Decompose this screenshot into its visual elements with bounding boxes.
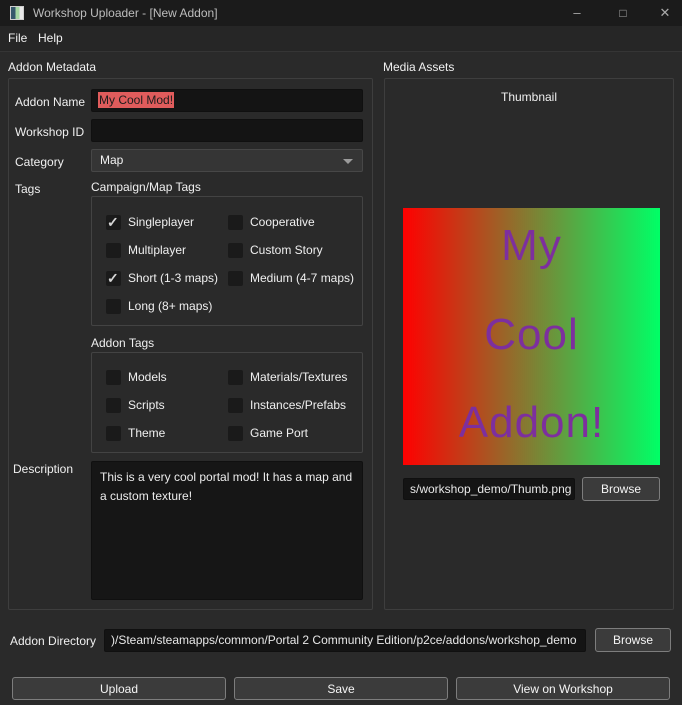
checkbox-models[interactable]: Models: [106, 369, 167, 385]
view-on-workshop-button[interactable]: View on Workshop: [456, 677, 670, 700]
thumbnail-image: My Cool Addon!: [403, 208, 660, 465]
addon-tags-title: Addon Tags: [91, 336, 154, 350]
close-button[interactable]: ✕: [649, 0, 681, 26]
checkbox-materials-textures[interactable]: Materials/Textures: [228, 369, 347, 385]
checkbox-medium[interactable]: Medium (4-7 maps): [228, 270, 354, 286]
category-label: Category: [15, 155, 64, 169]
checkbox-instances-prefabs[interactable]: Instances/Prefabs: [228, 397, 346, 413]
thumbnail-text-line: Addon!: [459, 391, 604, 455]
thumbnail-path-input[interactable]: s/workshop_demo/Thumb.png: [403, 478, 575, 500]
addon-directory-input[interactable]: )/Steam/steamapps/common/Portal 2 Commun…: [104, 629, 586, 652]
checkbox-icon[interactable]: [106, 243, 121, 258]
chevron-down-icon: [343, 159, 353, 164]
campaign-tags-title: Campaign/Map Tags: [91, 180, 201, 194]
checkbox-label: Multiplayer: [128, 243, 186, 257]
checkbox-icon[interactable]: [228, 271, 243, 286]
campaign-tags-groupbox: Singleplayer Cooperative Multiplayer Cus…: [91, 196, 363, 326]
checkbox-label: Long (8+ maps): [128, 299, 212, 313]
checkbox-label: Custom Story: [250, 243, 323, 257]
upload-button[interactable]: Upload: [12, 677, 226, 700]
checkbox-custom-story[interactable]: Custom Story: [228, 242, 323, 258]
checkbox-label: Short (1-3 maps): [128, 271, 218, 285]
checkbox-icon[interactable]: [228, 243, 243, 258]
title-bar: Workshop Uploader - [New Addon] – □ ✕: [0, 0, 682, 26]
window-title: Workshop Uploader - [New Addon]: [33, 0, 218, 26]
checkbox-icon[interactable]: [106, 398, 121, 413]
maximize-button[interactable]: □: [607, 0, 639, 26]
checkbox-icon[interactable]: [106, 426, 121, 441]
menu-help[interactable]: Help: [34, 26, 67, 51]
checkbox-cooperative[interactable]: Cooperative: [228, 214, 315, 230]
thumbnail-text-line: My: [501, 214, 562, 278]
checkbox-game-port[interactable]: Game Port: [228, 425, 308, 441]
thumbnail-browse-button[interactable]: Browse: [582, 477, 660, 501]
checkbox-scripts[interactable]: Scripts: [106, 397, 165, 413]
checkbox-label: Game Port: [250, 426, 308, 440]
addon-tags-groupbox: Models Materials/Textures Scripts Instan…: [91, 352, 363, 453]
checkbox-multiplayer[interactable]: Multiplayer: [106, 242, 186, 258]
checkbox-icon[interactable]: [228, 398, 243, 413]
checkbox-icon[interactable]: [228, 426, 243, 441]
menu-file[interactable]: File: [4, 26, 31, 51]
menu-bar: File Help: [0, 26, 682, 52]
checkbox-label: Scripts: [128, 398, 165, 412]
thumbnail-text-line: Cool: [484, 303, 579, 367]
checkbox-icon[interactable]: [228, 370, 243, 385]
app-icon: [10, 6, 24, 20]
category-selected-value: Map: [100, 153, 123, 167]
checkbox-label: Singleplayer: [128, 215, 194, 229]
checkbox-icon[interactable]: [106, 370, 121, 385]
checkbox-icon[interactable]: [106, 215, 121, 230]
addon-name-input[interactable]: My Cool Mod!: [91, 89, 363, 112]
checkbox-icon[interactable]: [106, 271, 121, 286]
checkbox-icon[interactable]: [228, 215, 243, 230]
checkbox-label: Medium (4-7 maps): [250, 271, 354, 285]
checkbox-label: Models: [128, 370, 167, 384]
minimize-button[interactable]: –: [561, 0, 593, 26]
tags-label: Tags: [15, 182, 40, 196]
checkbox-short[interactable]: Short (1-3 maps): [106, 270, 218, 286]
description-textarea[interactable]: This is a very cool portal mod! It has a…: [91, 461, 363, 600]
addon-directory-label: Addon Directory: [10, 634, 96, 648]
addon-name-selection: My Cool Mod!: [98, 92, 174, 108]
checkbox-label: Cooperative: [250, 215, 315, 229]
checkbox-label: Instances/Prefabs: [250, 398, 346, 412]
description-label: Description: [13, 462, 73, 476]
media-assets-section-title: Media Assets: [383, 60, 454, 74]
addon-name-label: Addon Name: [15, 95, 85, 109]
thumbnail-label: Thumbnail: [384, 90, 674, 104]
addon-metadata-section-title: Addon Metadata: [8, 60, 96, 74]
checkbox-singleplayer[interactable]: Singleplayer: [106, 214, 194, 230]
addon-directory-browse-button[interactable]: Browse: [595, 628, 671, 652]
checkbox-long[interactable]: Long (8+ maps): [106, 298, 212, 314]
checkbox-label: Theme: [128, 426, 165, 440]
save-button[interactable]: Save: [234, 677, 448, 700]
workshop-id-input[interactable]: [91, 119, 363, 142]
checkbox-label: Materials/Textures: [250, 370, 347, 384]
category-dropdown[interactable]: Map: [91, 149, 363, 172]
checkbox-theme[interactable]: Theme: [106, 425, 165, 441]
workshop-id-label: Workshop ID: [15, 125, 84, 139]
checkbox-icon[interactable]: [106, 299, 121, 314]
